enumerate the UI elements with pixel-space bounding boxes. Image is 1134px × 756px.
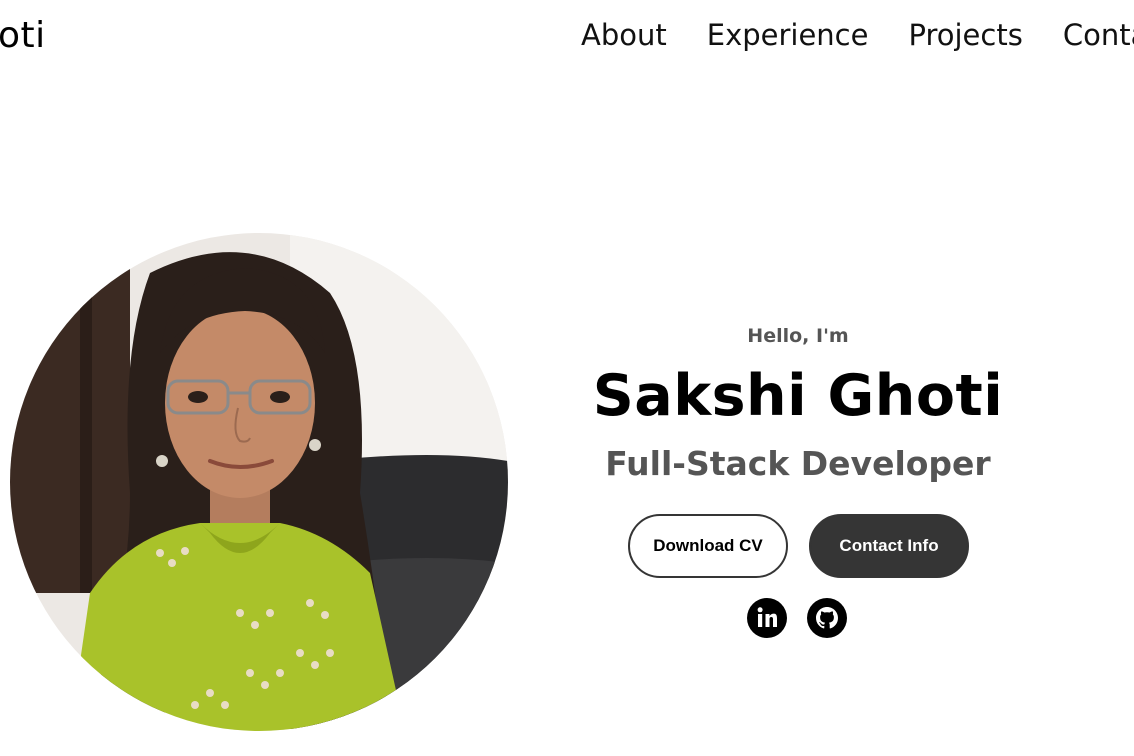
nav-link-experience[interactable]: Experience [707, 14, 869, 56]
contact-info-button[interactable]: Contact Info [809, 514, 969, 578]
hero-greeting: Hello, I'm [747, 325, 849, 347]
linkedin-icon[interactable] [747, 598, 787, 638]
nav-link-contact[interactable]: Contact [1063, 14, 1134, 56]
profile-photo [10, 233, 508, 731]
hero-name: Sakshi Ghoti [592, 363, 1004, 429]
nav-link-projects[interactable]: Projects [908, 14, 1022, 56]
nav-link-about[interactable]: About [581, 14, 667, 56]
hero-buttons: Download CV Contact Info [628, 514, 969, 578]
portfolio-page: oti About Experience Projects Contact [0, 0, 1134, 756]
download-cv-button[interactable]: Download CV [628, 514, 788, 578]
github-icon[interactable] [807, 598, 847, 638]
site-logo[interactable]: oti [0, 12, 46, 60]
hero-section: Hello, I'm Sakshi Ghoti Full-Stack Devel… [580, 320, 1016, 638]
hero-role: Full-Stack Developer [605, 444, 991, 483]
main-nav: About Experience Projects Contact [581, 14, 1134, 56]
social-links [747, 598, 847, 638]
